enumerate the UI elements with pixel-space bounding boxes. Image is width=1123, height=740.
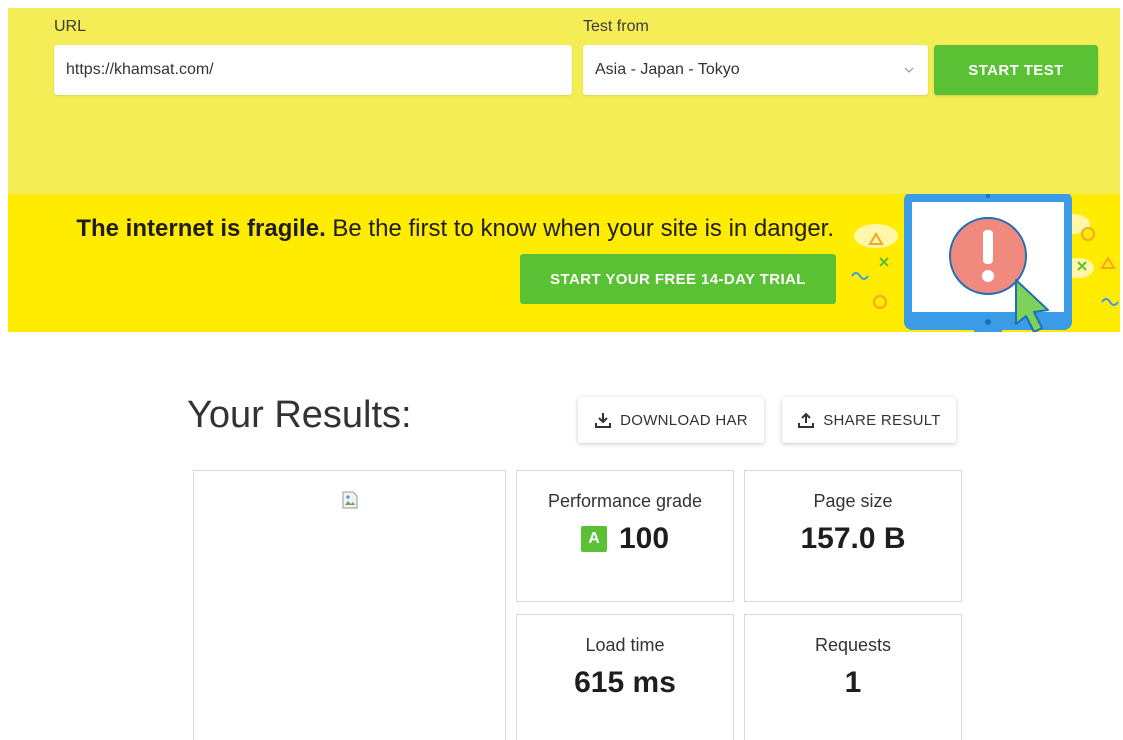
performance-grade-value: A 100	[580, 522, 670, 556]
alert-icon	[949, 217, 1027, 295]
requests-label: Requests	[814, 635, 892, 655]
test-location-select[interactable]: Asia - Japan - Tokyo	[583, 45, 928, 95]
performance-grade-label: Performance grade	[547, 491, 703, 511]
page-size-card: Page size 157.0 B	[744, 470, 962, 602]
url-label: URL	[54, 18, 87, 35]
test-location-value: Asia - Japan - Tokyo	[595, 61, 740, 78]
broken-image-icon	[342, 491, 358, 509]
monitor-alert-illustration	[851, 194, 1119, 332]
test-from-label: Test from	[583, 18, 649, 35]
load-time-card: Load time 615 ms	[516, 614, 734, 740]
results-title: Your Results:	[187, 394, 412, 436]
page-screenshot-card	[193, 470, 506, 740]
grade-badge: A	[580, 526, 607, 552]
download-har-button[interactable]: DOWNLOAD HAR	[578, 397, 764, 443]
share-result-button[interactable]: SHARE RESULT	[782, 397, 956, 443]
banner-headline-bold: The internet is fragile.	[76, 215, 326, 242]
free-trial-button[interactable]: START YOUR FREE 14-DAY TRIAL	[520, 254, 836, 304]
page-size-label: Page size	[813, 491, 893, 511]
load-time-label: Load time	[585, 635, 665, 655]
banner-headline-rest: Be the first to know when your site is i…	[325, 215, 834, 242]
share-result-label: SHARE RESULT	[823, 411, 941, 429]
requests-card: Requests 1	[744, 614, 962, 740]
page-size-value: 157.0 B	[800, 522, 906, 555]
banner-headline: The internet is fragile. Be the first to…	[76, 215, 834, 243]
url-input[interactable]	[54, 45, 572, 95]
performance-score: 100	[618, 522, 670, 555]
start-test-button[interactable]: START TEST	[934, 45, 1098, 95]
download-har-label: DOWNLOAD HAR	[620, 411, 748, 429]
load-time-value: 615 ms	[574, 666, 676, 699]
promo-banner: The internet is fragile. Be the first to…	[8, 194, 1120, 332]
chevron-down-icon	[902, 63, 916, 77]
download-icon	[595, 413, 612, 428]
requests-value: 1	[844, 666, 862, 699]
share-icon	[798, 412, 815, 428]
test-form: URL Test from Asia - Japan - Tokyo START…	[8, 8, 1120, 194]
performance-grade-card: Performance grade A 100	[516, 470, 734, 602]
